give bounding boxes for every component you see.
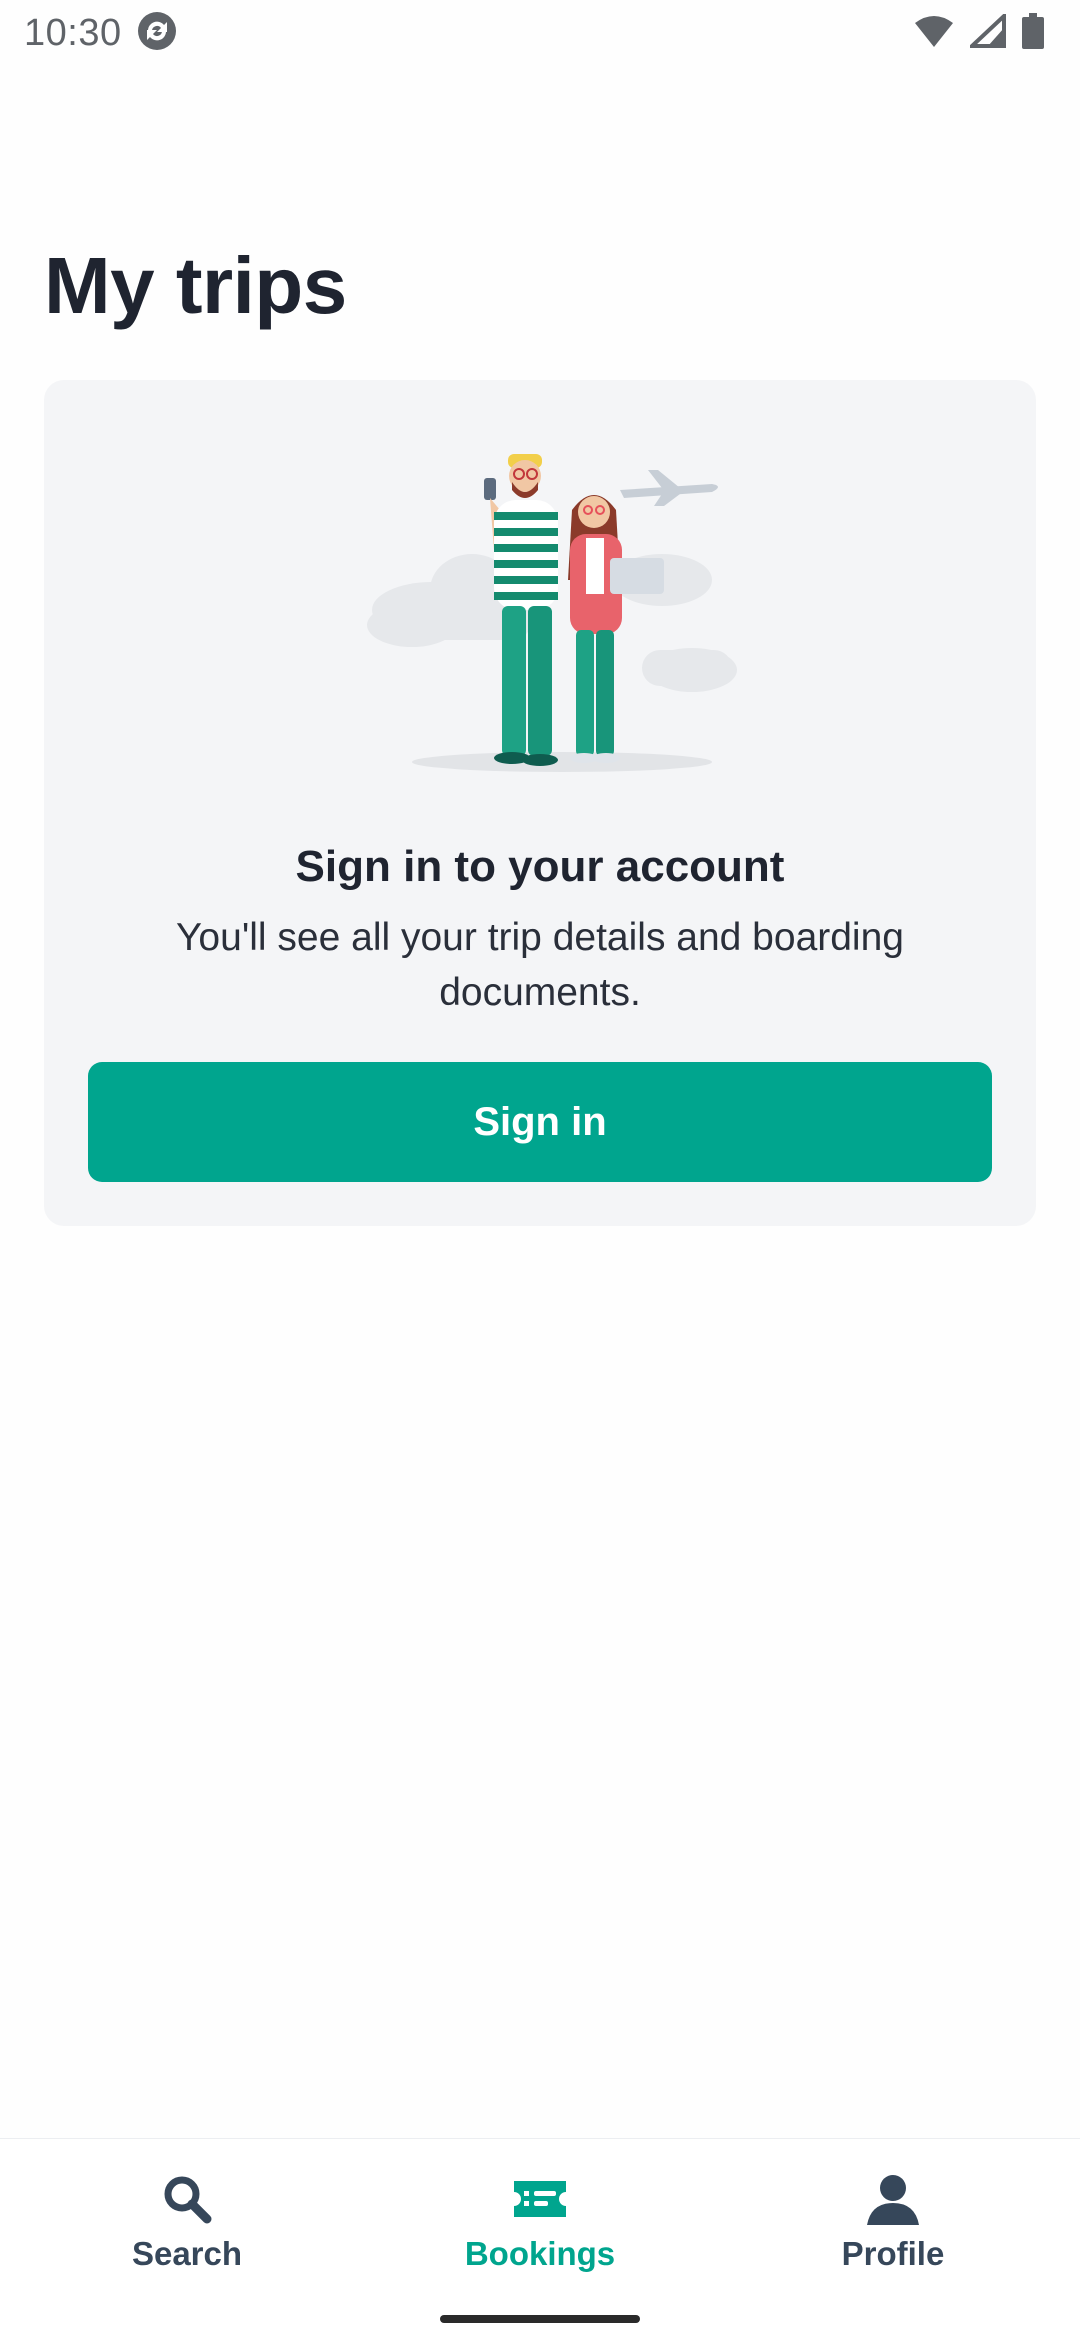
- search-icon: [157, 2169, 217, 2229]
- ticket-icon: [510, 2169, 570, 2229]
- nav-tab-profile[interactable]: Profile: [773, 2169, 1013, 2289]
- battery-icon: [1022, 12, 1044, 54]
- nav-tab-bookings[interactable]: Bookings: [420, 2169, 660, 2289]
- couple-travel-illustration: [362, 440, 742, 780]
- signin-card: Sign in to your account You'll see all y…: [44, 380, 1036, 1226]
- status-right: [914, 10, 1044, 54]
- app-root: 10:30 My trips Sign in to your account Y…: [0, 0, 1080, 2340]
- nav-label-profile: Profile: [841, 2235, 945, 2272]
- status-left: 10:30: [24, 10, 178, 57]
- bottom-navigation: Search Bookings Profile: [0, 2138, 1080, 2340]
- home-indicator[interactable]: [440, 2315, 640, 2323]
- sync-app-icon: [136, 10, 178, 57]
- wifi-icon: [914, 14, 954, 53]
- status-bar: 10:30: [0, 0, 1080, 66]
- nav-tab-search[interactable]: Search: [67, 2169, 307, 2289]
- signal-icon: [966, 10, 1006, 53]
- nav-label-bookings: Bookings: [464, 2235, 616, 2272]
- nav-label-search: Search: [131, 2235, 243, 2272]
- status-time: 10:30: [24, 11, 122, 54]
- signin-description: You'll see all your trip details and boa…: [176, 916, 904, 1014]
- page-title: My trips: [44, 241, 347, 330]
- sign-in-button[interactable]: Sign in: [88, 1062, 992, 1182]
- signin-heading: Sign in to your account: [295, 842, 785, 891]
- person-icon: [863, 2169, 923, 2229]
